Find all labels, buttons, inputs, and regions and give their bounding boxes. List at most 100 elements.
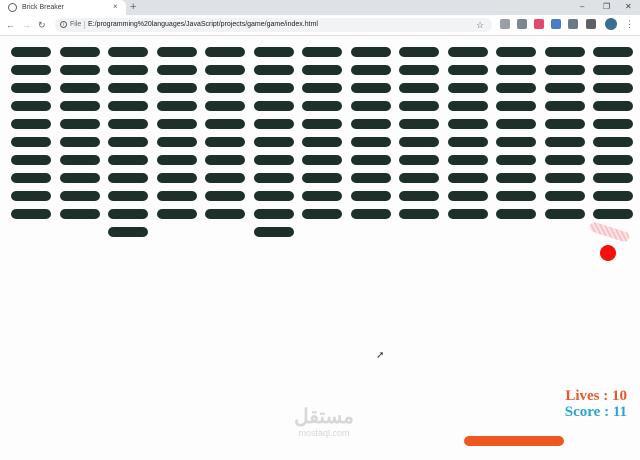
brick xyxy=(447,209,488,219)
brick xyxy=(399,101,439,111)
brick xyxy=(544,191,585,201)
brick xyxy=(399,119,439,129)
url-text[interactable]: E:/programming%20languages/JavaScript/pr… xyxy=(88,20,318,30)
brick xyxy=(447,83,488,93)
brick xyxy=(302,209,342,219)
brick xyxy=(253,83,294,93)
brick xyxy=(496,83,536,93)
close-window-button[interactable]: ✕ xyxy=(625,1,632,13)
brick xyxy=(59,65,100,75)
brick xyxy=(59,47,100,57)
extension-icon[interactable] xyxy=(517,19,527,29)
brick xyxy=(253,137,294,147)
brick xyxy=(447,65,488,75)
brick xyxy=(399,47,439,57)
brick xyxy=(302,101,342,111)
brick xyxy=(108,47,148,57)
brick xyxy=(593,83,633,93)
brick xyxy=(156,65,197,75)
brick xyxy=(253,173,294,183)
brick xyxy=(205,65,245,75)
score-counter: Score : 11 xyxy=(564,404,627,420)
brick xyxy=(108,101,148,111)
brick xyxy=(399,137,439,147)
new-tab-button[interactable]: + xyxy=(130,0,136,14)
brick xyxy=(350,83,391,93)
brick xyxy=(59,119,100,129)
tab-brick-breaker[interactable]: Brick Breaker × xyxy=(0,0,126,15)
brick xyxy=(350,119,391,129)
forward-button[interactable]: → xyxy=(22,19,31,31)
brick xyxy=(447,137,488,147)
brick xyxy=(302,137,342,147)
info-icon[interactable]: i xyxy=(60,21,67,28)
brick xyxy=(496,209,536,219)
brick xyxy=(108,191,148,201)
brick xyxy=(350,209,391,219)
brick xyxy=(253,209,294,219)
brick xyxy=(302,173,342,183)
brick xyxy=(108,137,148,147)
watermark-logo-text: مستقل xyxy=(294,406,354,428)
brick xyxy=(253,155,294,165)
brick xyxy=(253,65,294,75)
brick xyxy=(399,155,439,165)
brick xyxy=(399,191,439,201)
maximize-button[interactable]: ❐ xyxy=(603,1,610,13)
brick xyxy=(253,191,294,201)
brick xyxy=(59,209,100,219)
extensions-puzzle-icon[interactable] xyxy=(586,19,596,29)
brick xyxy=(11,101,51,111)
game-canvas[interactable]: ➚ مستقل mostaql.com Lives : 10 Score : 1… xyxy=(0,36,640,460)
brick xyxy=(11,119,51,129)
minimize-button[interactable]: – xyxy=(580,1,584,13)
brick xyxy=(350,65,391,75)
brick xyxy=(205,119,245,129)
extension-icon[interactable] xyxy=(568,19,578,29)
brick xyxy=(156,101,197,111)
brick xyxy=(447,119,488,129)
tab-title: Brick Breaker xyxy=(22,4,65,11)
brick xyxy=(593,137,633,147)
brick xyxy=(399,209,439,219)
back-button[interactable]: ← xyxy=(6,19,15,31)
brick xyxy=(156,83,197,93)
brick xyxy=(593,101,633,111)
address-bar[interactable]: i File E:/programming%20languages/JavaSc… xyxy=(55,18,492,32)
brick xyxy=(11,47,51,57)
separator xyxy=(84,21,85,29)
brick xyxy=(302,65,342,75)
brick xyxy=(11,191,51,201)
bookmark-star-icon[interactable]: ☆ xyxy=(476,19,484,31)
brick xyxy=(350,155,391,165)
brick xyxy=(11,83,51,93)
extension-icon[interactable] xyxy=(500,19,510,29)
browser-menu-icon[interactable]: ⋮ xyxy=(625,18,634,30)
extension-icon[interactable] xyxy=(551,19,561,29)
paddle[interactable] xyxy=(464,436,564,446)
brick xyxy=(593,209,633,219)
ball xyxy=(600,245,616,261)
brick xyxy=(11,137,51,147)
brick xyxy=(593,47,633,57)
extension-icon[interactable] xyxy=(534,19,544,29)
reload-button[interactable]: ↻ xyxy=(38,19,46,31)
url-scheme-label: File xyxy=(70,21,82,28)
profile-avatar[interactable] xyxy=(605,18,617,30)
brick xyxy=(593,173,633,183)
brick xyxy=(447,191,488,201)
brick xyxy=(59,101,100,111)
brick xyxy=(108,83,148,93)
brick xyxy=(302,191,342,201)
brick xyxy=(59,191,100,201)
brick xyxy=(11,155,51,165)
close-tab-icon[interactable]: × xyxy=(113,1,118,13)
brick xyxy=(399,65,439,75)
brick xyxy=(302,119,342,129)
brick xyxy=(544,209,585,219)
brick xyxy=(447,173,488,183)
brick xyxy=(253,227,294,237)
brick xyxy=(205,47,245,57)
brick xyxy=(11,209,51,219)
brick xyxy=(11,65,51,75)
